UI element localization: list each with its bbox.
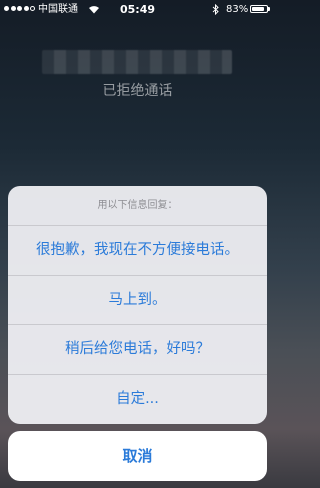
action-sheet-title: 用以下信息回复：: [8, 186, 267, 226]
reply-option-call-later[interactable]: 稍后给您电话，好吗？: [8, 325, 267, 375]
status-bar: 中国联通 05:49 83%: [0, 0, 275, 20]
cancel-button[interactable]: 取消: [8, 431, 267, 481]
battery-level: [252, 7, 264, 11]
reply-option-on-my-way[interactable]: 马上到。: [8, 276, 267, 325]
reply-option-busy[interactable]: 很抱歉，我现在不方便接电话。: [8, 226, 267, 276]
call-status: 已拒绝通话: [102, 83, 173, 99]
battery-icon: [250, 5, 268, 13]
battery-percent: 83%: [226, 4, 249, 15]
reply-option-custom[interactable]: 自定...: [8, 375, 267, 425]
reply-action-sheet: 用以下信息回复： 很抱歉，我现在不方便接电话。 马上到。 稍后给您电话，好吗？ …: [8, 186, 267, 424]
battery-tip: [268, 7, 270, 11]
caller-name-redacted: [42, 50, 232, 74]
bluetooth-icon: [212, 4, 219, 15]
